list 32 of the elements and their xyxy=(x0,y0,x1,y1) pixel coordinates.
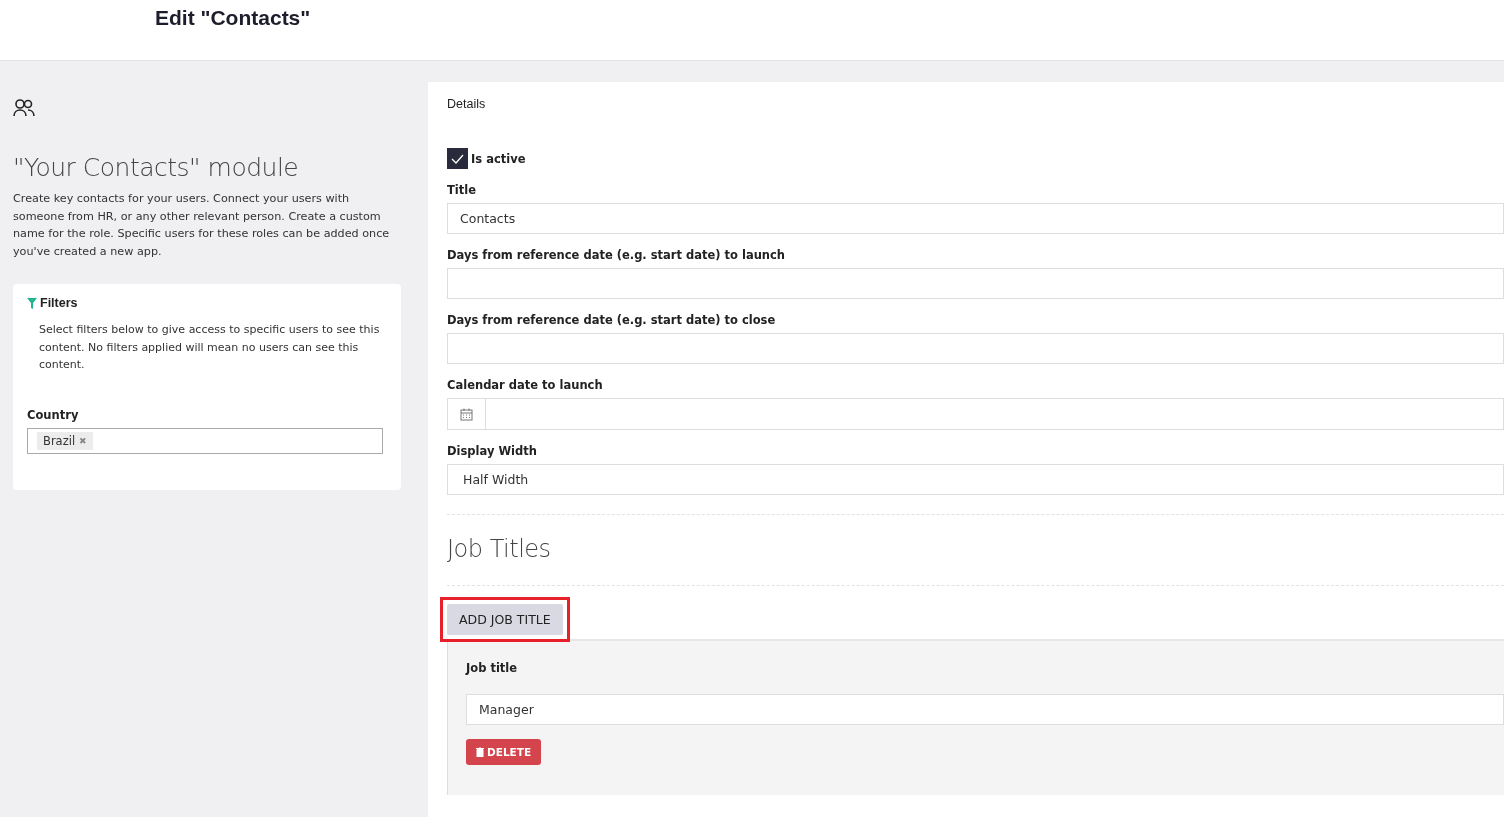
module-description: Create key contacts for your users. Connect your users with someone from HR, or any other relevant person. Create a custom name for the role. Specific users for these roles can be added once you've created a new app. xyxy=(13,191,391,260)
text-field[interactable] xyxy=(447,268,1504,299)
page-title: Edit "Contacts" xyxy=(155,6,311,30)
country-field[interactable]: Brazil ✖ xyxy=(27,427,383,454)
checkbox-label: Is active xyxy=(471,151,526,166)
filters-title: Filters xyxy=(40,296,78,310)
delete-button[interactable]: DELETE xyxy=(466,739,542,765)
date-field[interactable] xyxy=(486,398,1504,430)
text-field[interactable]: Manager xyxy=(466,694,1504,725)
field-label: Job title xyxy=(466,661,518,675)
calendar-button[interactable] xyxy=(447,398,486,430)
users-icon xyxy=(13,99,36,117)
text-field[interactable]: Contacts xyxy=(447,203,1504,234)
select-field[interactable]: Half Width xyxy=(447,464,1504,495)
section-title: Job Titles xyxy=(447,535,551,563)
field-label: Display Width xyxy=(447,444,537,458)
check-icon xyxy=(451,153,464,164)
text-field[interactable] xyxy=(447,333,1504,364)
add-job-title-button[interactable]: ADD JOB TITLE xyxy=(447,604,563,635)
field-label: Days from reference date (e.g. start date) to launch xyxy=(447,248,786,262)
country-tag: Brazil xyxy=(43,433,76,448)
trash-icon xyxy=(476,747,484,757)
filters-description: Select filters below to give access to specific users to see this content. No filters applied will mean no users can see this content. xyxy=(39,322,381,373)
calendar-icon xyxy=(460,407,473,421)
field-label: Title xyxy=(447,183,477,197)
field-label: Country xyxy=(27,407,79,422)
field-label: Calendar date to launch xyxy=(447,378,603,392)
filter-icon xyxy=(27,297,37,309)
panel-title: Details xyxy=(447,97,486,111)
field-label: Days from reference date (e.g. start date) to close xyxy=(447,313,776,327)
active-checkbox[interactable] xyxy=(447,148,468,169)
module-title: "Your Contacts" module xyxy=(13,153,299,182)
